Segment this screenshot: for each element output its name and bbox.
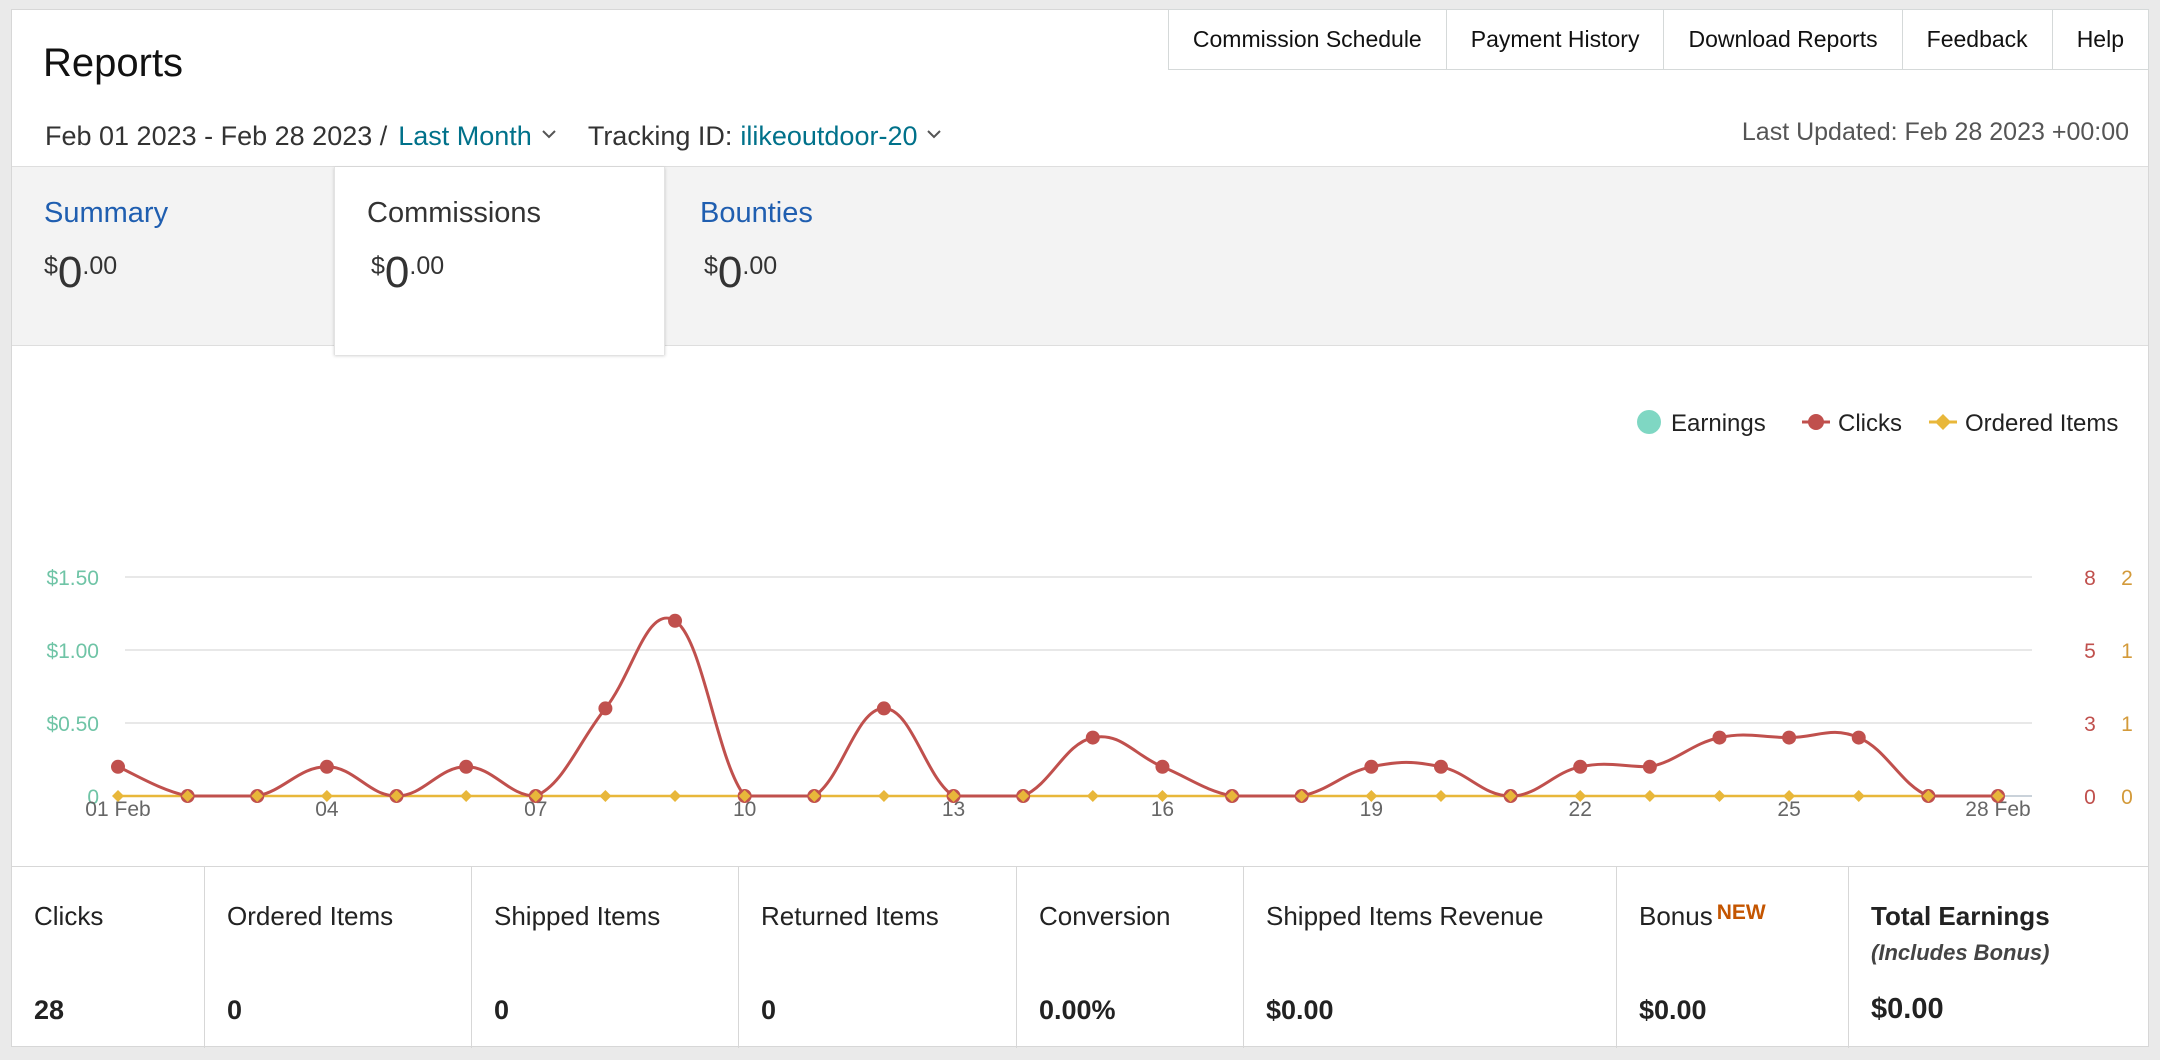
right-axis-tick: 0: [2121, 786, 2133, 809]
right-axis-tick: 0: [2084, 786, 2096, 809]
new-badge: NEW: [1716, 901, 1766, 924]
left-axis-tick: $1.00: [46, 640, 99, 663]
right-axis-tick: 8: [2084, 567, 2096, 590]
performance-chart: 0 0 0$0.50 3 1$1.00 5 1$1.50 8 201 Feb 04 07 10 13 16…: [46, 410, 2133, 821]
ordered-items-point: [1643, 790, 1656, 802]
stat-bonus: Bonus NEW $0.00: [1617, 867, 1849, 1048]
stat-sublabel: (Includes Bonus): [1871, 940, 2050, 965]
stat-value: 0.00%: [1039, 995, 1116, 1025]
tab-commissions[interactable]: Commissions $0.00: [334, 167, 665, 355]
ordered-items-point: [1713, 790, 1726, 802]
ordered-items-point: [460, 790, 473, 802]
stat-label: Returned Items: [761, 901, 939, 931]
clicks-point: [1155, 759, 1170, 774]
earnings-legend-icon: [1637, 410, 1661, 434]
stats-table: Clicks 28 Ordered Items 0 Shipped Items …: [12, 866, 2148, 1048]
last-updated: Last Updated: Feb 28 2023 +00:00: [1741, 118, 2129, 146]
right-axis-tick: 1: [2121, 713, 2133, 736]
stat-conversion: Conversion 0.00%: [1017, 867, 1244, 1048]
stat-label: Total Earnings: [1871, 901, 2050, 931]
clicks-point: [668, 613, 683, 628]
stat-value: 28: [34, 995, 65, 1025]
stat-returned-items: Returned Items 0: [739, 867, 1017, 1048]
ordered-items-legend-icon: [1935, 414, 1951, 430]
commission-schedule-link[interactable]: Commission Schedule: [1167, 9, 1447, 70]
filter-row: Feb 01 2023 - Feb 28 2023 / Last Month T…: [45, 118, 947, 154]
clicks-point: [1851, 730, 1866, 745]
date-range-dropdown[interactable]: Last Month: [398, 121, 532, 152]
clicks-point: [459, 759, 474, 774]
clicks-point: [876, 701, 891, 716]
help-link[interactable]: Help: [2052, 9, 2149, 70]
download-reports-link[interactable]: Download Reports: [1664, 9, 1903, 70]
clicks-point: [1712, 730, 1727, 745]
clicks-point: [319, 759, 334, 774]
right-axis-tick: 5: [2084, 640, 2096, 663]
tab-amount: $0.00: [44, 248, 118, 297]
chevron-down-icon[interactable]: [532, 121, 562, 151]
tab-bounties[interactable]: Bounties $0.00: [668, 167, 990, 347]
clicks-line: [117, 616, 1998, 798]
right-axis-tick: 1: [2121, 640, 2133, 663]
stat-label: Shipped Items Revenue: [1266, 901, 1544, 931]
chevron-down-icon[interactable]: [917, 121, 947, 151]
stat-shipped-items-revenue: Shipped Items Revenue $0.00: [1244, 867, 1617, 1048]
ordered-items-point: [877, 790, 890, 802]
stat-label: Bonus NEW: [1639, 901, 1766, 931]
tab-label: Bounties: [700, 197, 813, 229]
ordered-items-point: [599, 790, 612, 802]
tab-label: Summary: [44, 197, 169, 229]
clicks-point: [1573, 759, 1588, 774]
metric-tabs: Summary $0.00 Commissions $0.00 Bounties…: [12, 166, 2148, 355]
ordered-items-point: [1434, 790, 1447, 802]
legend-label: Ordered Items: [1965, 410, 2118, 437]
right-axis-tick: 3: [2084, 713, 2096, 736]
page-title: Reports: [43, 41, 184, 85]
stat-ordered-items: Ordered Items 0: [205, 867, 472, 1048]
stat-total-earnings: Total Earnings (Includes Bonus) $0.00: [1849, 867, 2148, 1048]
clicks-point: [1782, 730, 1797, 745]
payment-history-link[interactable]: Payment History: [1446, 9, 1665, 70]
legend-label: Earnings: [1671, 410, 1766, 437]
stat-label: Conversion: [1039, 901, 1171, 931]
stat-label: Ordered Items: [227, 901, 394, 931]
stat-clicks: Clicks 28: [12, 867, 205, 1048]
stat-value: $0.00: [1871, 993, 1944, 1025]
date-range-text: Feb 01 2023 - Feb 28 2023 /: [45, 120, 388, 151]
left-axis-tick: $1.50: [46, 567, 99, 590]
legend-label: Clicks: [1838, 410, 1902, 437]
tab-amount: $0.00: [371, 248, 445, 297]
clicks-point: [111, 759, 125, 774]
top-nav: Commission Schedule Payment History Down…: [1167, 9, 2149, 70]
stat-value: $0.00: [1639, 995, 1707, 1025]
stat-label: Clicks: [34, 901, 104, 931]
stat-value: $0.00: [1266, 995, 1334, 1025]
clicks-point: [1364, 759, 1379, 774]
stat-label: Shipped Items: [494, 901, 661, 931]
stat-shipped-items: Shipped Items 0: [472, 867, 739, 1048]
clicks-point: [598, 701, 613, 716]
stat-value: 0: [494, 995, 510, 1025]
clicks-point: [1642, 759, 1657, 774]
tracking-id-dropdown[interactable]: ilikeoutdoor-20: [740, 121, 917, 152]
tab-amount: $0.00: [704, 248, 778, 297]
reports-panel: Reports Commission Schedule Payment Hist…: [11, 9, 2149, 1048]
stat-value: 0: [227, 995, 243, 1025]
ordered-items-point: [1086, 790, 1099, 802]
ordered-items-point: [1852, 790, 1865, 802]
clicks-point: [1433, 759, 1448, 774]
ordered-items-point: [669, 790, 682, 802]
tracking-id-label: Tracking ID:: [587, 120, 733, 151]
clicks-point: [1085, 730, 1100, 745]
right-axis-tick: 2: [2121, 567, 2133, 590]
left-axis-tick: $0.50: [46, 713, 99, 736]
stat-value: 0: [761, 995, 777, 1025]
tab-label: Commissions: [367, 197, 542, 229]
clicks-legend-icon: [1808, 414, 1824, 430]
feedback-link[interactable]: Feedback: [1902, 9, 2053, 70]
tab-summary[interactable]: Summary $0.00: [12, 167, 334, 347]
